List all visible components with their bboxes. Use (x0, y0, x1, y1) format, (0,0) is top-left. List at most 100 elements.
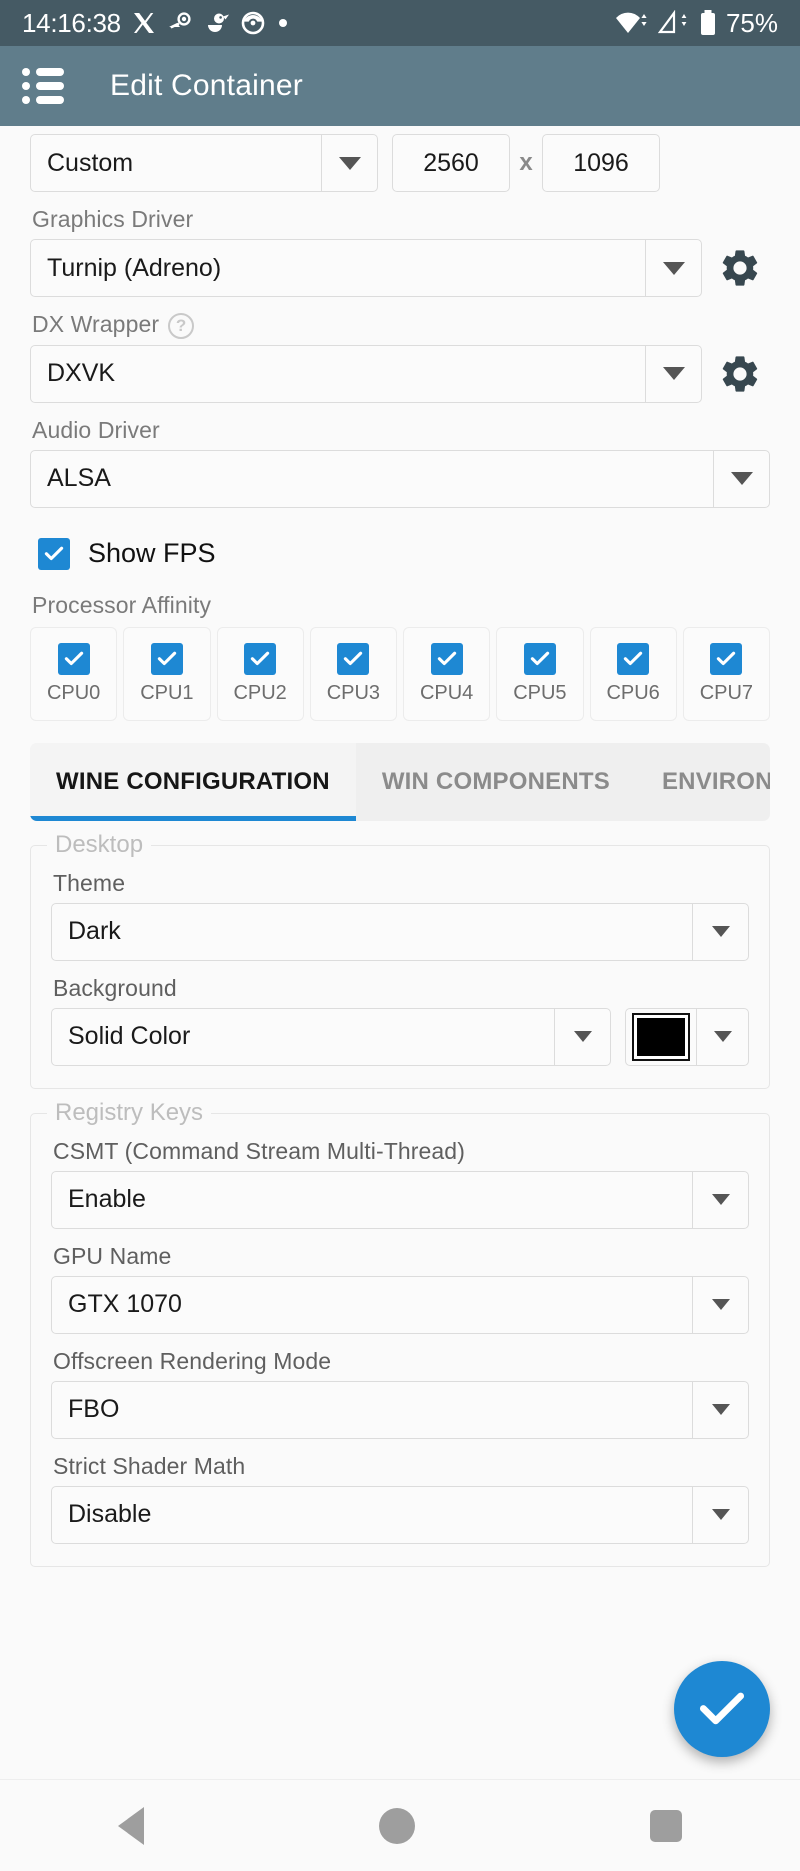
menu-bar (36, 96, 64, 104)
wifi-icon (615, 12, 647, 34)
menu-icon-row (22, 96, 66, 104)
chevron-down-icon[interactable] (692, 1381, 748, 1438)
strict-shader-math-label: Strict Shader Math (53, 1452, 246, 1479)
menu-dot (22, 68, 30, 76)
background-color-picker[interactable] (625, 1007, 749, 1066)
dx-wrapper-label-text: DX Wrapper (32, 311, 160, 337)
cpu-checkbox[interactable] (430, 642, 463, 675)
check-icon (250, 651, 270, 666)
offscreen-rendering-select[interactable]: FBO (51, 1380, 749, 1439)
screen-size-preset-select[interactable]: Custom (30, 134, 378, 192)
chevron-down-icon[interactable] (645, 240, 701, 296)
recents-square-icon[interactable] (650, 1809, 683, 1842)
screen-height-input[interactable]: 1096 (542, 134, 660, 192)
dx-wrapper-label: DX Wrapper? (32, 311, 770, 339)
tab-wine-configuration[interactable]: WINE CONFIGURATION (30, 742, 356, 821)
chevron-down-icon[interactable] (692, 1276, 748, 1333)
android-nav-bar (0, 1779, 800, 1871)
screen-size-preset-value: Custom (47, 148, 134, 177)
cpu-affinity-cell[interactable]: CPU3 (309, 626, 397, 721)
save-fab-button[interactable] (674, 1661, 770, 1757)
audio-driver-label: Audio Driver (32, 416, 160, 443)
theme-row: Dark (51, 902, 749, 961)
tab-environment[interactable]: ENVIRON (636, 743, 770, 821)
theme-select[interactable]: Dark (51, 902, 749, 961)
gear-icon (722, 356, 758, 392)
tab-win-components[interactable]: WIN COMPONENTS (356, 743, 636, 821)
tab-bar: WINE CONFIGURATION WIN COMPONENTS ENVIRO… (30, 742, 770, 821)
cpu-label: CPU3 (326, 681, 381, 704)
settings-scroll-area[interactable]: Custom 2560 x 1096 Graphics Driver Turni… (0, 126, 800, 1779)
background-type-select[interactable]: Solid Color (51, 1007, 611, 1066)
check-icon (623, 651, 643, 666)
list-menu-icon[interactable] (22, 64, 66, 108)
cpu-affinity-cell[interactable]: CPU0 (30, 626, 118, 721)
desktop-group-legend: Desktop (47, 830, 152, 859)
menu-bar (36, 68, 64, 76)
gpu-name-value: GTX 1070 (68, 1290, 182, 1319)
menu-dot (22, 82, 30, 90)
cpu-checkbox[interactable] (244, 642, 277, 675)
check-icon (530, 651, 550, 666)
cpu-label: CPU5 (513, 681, 567, 704)
show-fps-checkbox[interactable] (38, 537, 70, 570)
strict-shader-math-value: Disable (68, 1500, 152, 1529)
gear-icon (722, 250, 758, 286)
audio-driver-select[interactable]: ALSA (30, 449, 770, 508)
check-icon (157, 651, 177, 666)
home-circle-icon[interactable] (378, 1807, 415, 1844)
cpu-checkbox[interactable] (710, 642, 743, 675)
battery-icon (700, 10, 715, 35)
x-app-icon (133, 13, 154, 33)
cpu-affinity-cell[interactable]: CPU5 (496, 626, 584, 721)
chevron-down-icon[interactable] (713, 450, 769, 507)
chevron-down-icon[interactable] (696, 1008, 748, 1065)
cpu-checkbox[interactable] (523, 642, 556, 675)
cpu-checkbox[interactable] (57, 642, 90, 675)
theme-value: Dark (68, 917, 121, 946)
cpu-label: CPU4 (419, 681, 474, 704)
cpu-label: CPU2 (233, 681, 287, 704)
chevron-down-icon[interactable] (692, 1486, 748, 1543)
cpu-affinity-cell[interactable]: CPU1 (123, 626, 211, 721)
graphics-driver-row: Turnip (Adreno) (30, 239, 770, 297)
menu-icon-row (22, 82, 66, 90)
app-bar: Edit Container (0, 46, 800, 126)
chevron-down-icon[interactable] (645, 345, 701, 402)
graphics-driver-select[interactable]: Turnip (Adreno) (30, 239, 702, 297)
chevron-down-icon[interactable] (692, 1171, 748, 1228)
cpu-affinity-cell[interactable]: CPU4 (403, 626, 491, 721)
desktop-group: Desktop Theme Dark Background Solid Colo… (30, 830, 770, 1089)
menu-icon-row (22, 68, 66, 76)
cpu-checkbox[interactable] (150, 642, 183, 675)
cpu-affinity-cell[interactable]: CPU6 (589, 626, 677, 721)
cpu-checkbox[interactable] (337, 642, 370, 675)
chevron-down-icon[interactable] (692, 903, 748, 960)
graphics-driver-settings-button[interactable] (710, 246, 770, 290)
csmt-row: Enable (51, 1170, 749, 1229)
cpu-checkbox[interactable] (617, 642, 650, 675)
dot-icon (278, 19, 287, 27)
help-question-icon[interactable]: ? (168, 312, 195, 339)
show-fps-row[interactable]: Show FPS (38, 537, 770, 570)
back-triangle-icon[interactable] (117, 1806, 144, 1845)
cpu-label: CPU1 (140, 681, 194, 704)
csmt-select[interactable]: Enable (51, 1170, 749, 1229)
dx-wrapper-settings-button[interactable] (710, 352, 770, 396)
cpu-affinity-cell[interactable]: CPU7 (682, 626, 770, 721)
color-swatch[interactable] (632, 1012, 690, 1061)
chevron-down-icon[interactable] (321, 135, 377, 191)
screen-width-input[interactable]: 2560 (392, 134, 510, 192)
processor-affinity-label: Processor Affinity (32, 591, 212, 618)
processor-affinity-row: CPU0 CPU1 CPU2 CPU3 CPU4 CPU5 CPU6 CPU7 (30, 626, 770, 721)
gpu-name-select[interactable]: GTX 1070 (51, 1275, 749, 1334)
check-icon (344, 651, 363, 666)
steam-icon (168, 12, 191, 29)
dx-wrapper-select[interactable]: DXVK (30, 344, 702, 403)
cpu-label: CPU7 (699, 681, 754, 704)
strict-shader-math-select[interactable]: Disable (51, 1485, 749, 1544)
pokeball-icon (241, 11, 265, 35)
status-bar-left: 14:16:38 (22, 10, 290, 36)
cpu-affinity-cell[interactable]: CPU2 (216, 626, 304, 721)
chevron-down-icon[interactable] (554, 1008, 610, 1065)
